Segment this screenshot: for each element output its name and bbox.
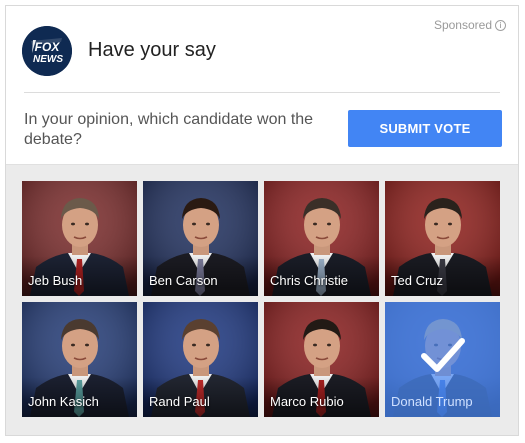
- candidate-name: Rand Paul: [149, 394, 210, 409]
- checkmark-icon: [421, 338, 465, 372]
- divider: [24, 92, 500, 93]
- candidate-tile-ben-carson[interactable]: Ben Carson: [143, 181, 258, 296]
- candidate-name: Donald Trump: [391, 394, 473, 409]
- candidate-name: Jeb Bush: [28, 273, 83, 288]
- candidate-tile-chris-christie[interactable]: Chris Christie: [264, 181, 379, 296]
- info-icon[interactable]: i: [495, 19, 506, 31]
- candidate-name: Chris Christie: [270, 273, 349, 288]
- logo-text-bottom: NEWS: [33, 54, 63, 65]
- candidate-name: Ben Carson: [149, 273, 218, 288]
- candidate-grid: Jeb Bush Ben Carson Chris Christie Ted C…: [6, 164, 518, 435]
- poll-header: Sponsored i FOX NEWS Have your say In yo…: [6, 6, 518, 164]
- logo-text-top: FOX: [35, 40, 61, 54]
- submit-vote-button[interactable]: SUBMIT VOTE: [348, 110, 502, 147]
- candidate-tile-rand-paul[interactable]: Rand Paul: [143, 302, 258, 417]
- candidate-tile-john-kasich[interactable]: John Kasich: [22, 302, 137, 417]
- candidate-name: Ted Cruz: [391, 273, 444, 288]
- candidate-tile-marco-rubio[interactable]: Marco Rubio: [264, 302, 379, 417]
- fox-news-logo: FOX NEWS: [22, 26, 72, 76]
- sponsored-label[interactable]: Sponsored i: [434, 18, 506, 32]
- candidate-tile-jeb-bush[interactable]: Jeb Bush: [22, 181, 137, 296]
- page-title: Have your say: [88, 39, 216, 61]
- candidate-tile-ted-cruz[interactable]: Ted Cruz: [385, 181, 500, 296]
- sponsored-text: Sponsored: [433, 18, 492, 32]
- candidate-name: Marco Rubio: [270, 394, 344, 409]
- poll-ad-card: Sponsored i FOX NEWS Have your say In yo…: [5, 5, 519, 436]
- fox-news-logo-mark: FOX NEWS: [22, 26, 72, 76]
- poll-question: In your opinion, which candidate won the…: [24, 111, 314, 148]
- candidate-name: John Kasich: [28, 394, 99, 409]
- candidate-tile-donald-trump[interactable]: Donald Trump: [385, 302, 500, 417]
